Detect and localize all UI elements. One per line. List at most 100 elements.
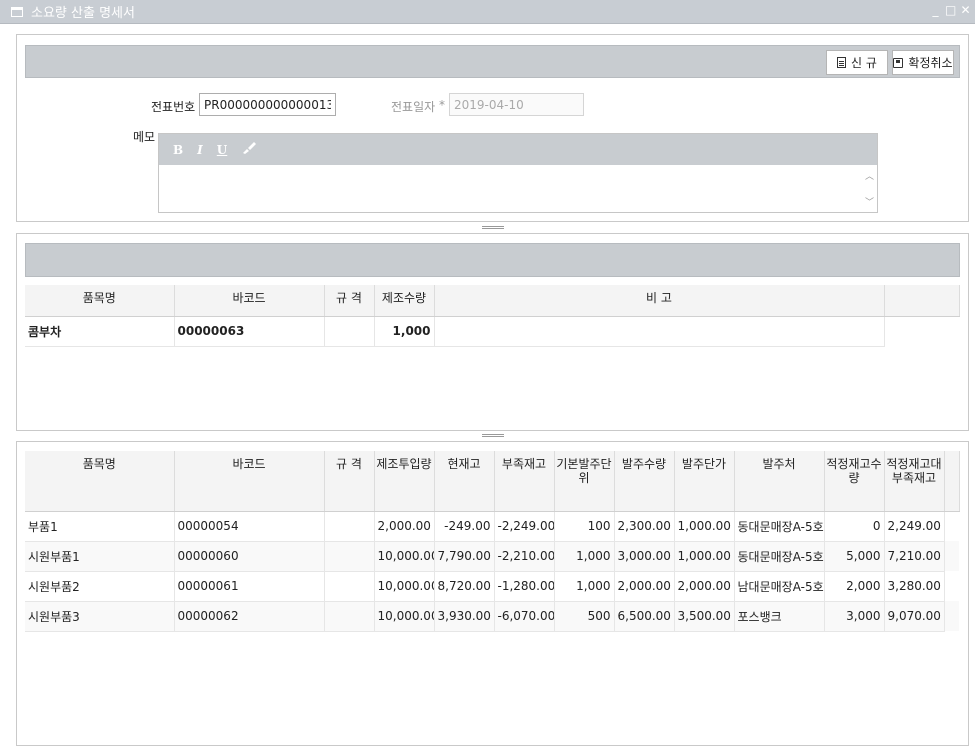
col-vendor[interactable]: 발주처 xyxy=(734,451,825,512)
underline-icon[interactable]: U xyxy=(217,143,227,157)
cell-barcode[interactable]: 00000062 xyxy=(174,601,325,632)
cell-item-name[interactable]: 시원부품2 xyxy=(25,571,175,602)
document-icon xyxy=(837,57,847,68)
editor-scrollbar[interactable]: ︿ ﹀ xyxy=(862,165,877,212)
cell-proper-shortage[interactable]: 9,070.00 xyxy=(884,601,945,632)
bold-icon[interactable]: B xyxy=(173,143,183,157)
col-order-qty[interactable]: 발주수량 xyxy=(614,451,675,512)
cell-spec[interactable] xyxy=(324,316,375,347)
col-item-name[interactable]: 품목명 xyxy=(25,285,175,317)
eraser-icon[interactable] xyxy=(241,141,257,158)
cell-order-price[interactable]: 3,500.00 xyxy=(674,601,735,632)
cell-spec[interactable] xyxy=(324,601,375,632)
window-icon xyxy=(11,6,23,17)
cancel-confirm-button[interactable]: 확정취소 xyxy=(892,50,954,75)
cell-order-qty[interactable]: 2,000.00 xyxy=(614,571,675,602)
col-input-qty[interactable]: 제조투입량 xyxy=(374,451,435,512)
cell-vendor[interactable]: 동대문매장A-5호 xyxy=(734,511,825,542)
cell-spec[interactable] xyxy=(324,511,375,542)
col-order-unit[interactable]: 기본발주단위 xyxy=(554,451,615,512)
window-controls: _ □ ✕ xyxy=(930,3,971,17)
scroll-down-icon[interactable]: ﹀ xyxy=(865,195,874,208)
cell-stock[interactable]: -249.00 xyxy=(434,511,495,542)
cell-order-qty[interactable]: 6,500.00 xyxy=(614,601,675,632)
cell-order-price[interactable]: 2,000.00 xyxy=(674,571,735,602)
close-icon[interactable]: ✕ xyxy=(960,3,971,17)
splitter-handle-2[interactable] xyxy=(16,431,969,440)
cell-barcode[interactable]: 00000054 xyxy=(174,511,325,542)
cell-shortage[interactable]: -2,210.00 xyxy=(494,541,555,572)
cell-stock[interactable]: 7,790.00 xyxy=(434,541,495,572)
cell-order-qty[interactable]: 3,000.00 xyxy=(614,541,675,572)
col-shortage[interactable]: 부족재고 xyxy=(494,451,555,512)
parts-table: 품목명 바코드 규 격 제조투입량 현재고 부족재고 기본발주단위 발주수량 발… xyxy=(25,451,960,632)
cell-empty xyxy=(944,541,959,571)
cell-item-name[interactable]: 시원부품3 xyxy=(25,601,175,632)
col-proper-stock[interactable]: 적정재고수량 xyxy=(824,451,885,512)
col-item-name[interactable]: 품목명 xyxy=(25,451,175,512)
cell-vendor[interactable]: 포스뱅크 xyxy=(734,601,825,632)
cell-note[interactable] xyxy=(434,316,885,347)
cell-barcode[interactable]: 00000063 xyxy=(174,316,325,347)
cell-proper-shortage[interactable]: 2,249.00 xyxy=(884,511,945,542)
col-barcode[interactable]: 바코드 xyxy=(174,285,325,317)
cell-shortage[interactable]: -1,280.00 xyxy=(494,571,555,602)
col-stock[interactable]: 현재고 xyxy=(434,451,495,512)
table-row[interactable]: 콤부차 00000063 1,000 xyxy=(25,316,959,347)
table-row[interactable]: 시원부품3 00000062 10,000.00 3,930.00 -6,070.00 5… xyxy=(25,601,959,632)
cell-order-price[interactable]: 1,000.00 xyxy=(674,511,735,542)
cell-shortage[interactable]: -6,070.00 xyxy=(494,601,555,632)
col-note[interactable]: 비 고 xyxy=(434,285,885,317)
cell-proper-shortage[interactable]: 3,280.00 xyxy=(884,571,945,602)
cell-order-unit[interactable]: 500 xyxy=(554,601,615,632)
col-empty xyxy=(884,285,960,317)
col-barcode[interactable]: 바코드 xyxy=(174,451,325,512)
cell-stock[interactable]: 3,930.00 xyxy=(434,601,495,632)
cell-shortage[interactable]: -2,249.00 xyxy=(494,511,555,542)
slip-no-field[interactable] xyxy=(199,93,336,116)
cell-stock[interactable]: 8,720.00 xyxy=(434,571,495,602)
minimize-icon[interactable]: _ xyxy=(930,3,941,17)
splitter-handle[interactable] xyxy=(16,223,969,232)
cell-order-unit[interactable]: 1,000 xyxy=(554,541,615,572)
cell-proper-stock[interactable]: 0 xyxy=(824,511,885,542)
cell-qty[interactable]: 1,000 xyxy=(374,316,435,347)
col-spec[interactable]: 규 격 xyxy=(324,451,375,512)
header-toolbar: 신 규 확정취소 xyxy=(25,45,960,78)
table-row[interactable]: 시원부품2 00000061 10,000.00 8,720.00 -1,280.00 1… xyxy=(25,571,959,602)
memo-editor[interactable]: B I U ︿ ﹀ xyxy=(158,133,878,213)
cell-order-unit[interactable]: 100 xyxy=(554,511,615,542)
col-qty[interactable]: 제조수량 xyxy=(374,285,435,317)
cell-spec[interactable] xyxy=(324,571,375,602)
cell-item-name[interactable]: 시원부품1 xyxy=(25,541,175,572)
cell-input-qty[interactable]: 10,000.00 xyxy=(374,541,435,572)
italic-icon[interactable]: I xyxy=(197,143,203,157)
cell-proper-stock[interactable]: 5,000 xyxy=(824,541,885,572)
cell-barcode[interactable]: 00000061 xyxy=(174,571,325,602)
cell-vendor[interactable]: 동대문매장A-5호 xyxy=(734,541,825,572)
cell-proper-stock[interactable]: 2,000 xyxy=(824,571,885,602)
cell-item-name[interactable]: 부품1 xyxy=(25,511,175,542)
col-order-price[interactable]: 발주단가 xyxy=(674,451,735,512)
cell-vendor[interactable]: 남대문매장A-5호 xyxy=(734,571,825,602)
new-button[interactable]: 신 규 xyxy=(826,50,888,75)
cell-input-qty[interactable]: 2,000.00 xyxy=(374,511,435,542)
col-proper-shortage[interactable]: 적정재고대 부족재고 xyxy=(884,451,945,512)
cell-barcode[interactable]: 00000060 xyxy=(174,541,325,572)
cell-order-qty[interactable]: 2,300.00 xyxy=(614,511,675,542)
cell-spec[interactable] xyxy=(324,541,375,572)
col-spec[interactable]: 규 격 xyxy=(324,285,375,317)
cell-order-unit[interactable]: 1,000 xyxy=(554,571,615,602)
cell-empty xyxy=(884,316,959,346)
table-row[interactable]: 시원부품1 00000060 10,000.00 7,790.00 -2,210.00 1… xyxy=(25,541,959,572)
cell-input-qty[interactable]: 10,000.00 xyxy=(374,601,435,632)
cell-proper-stock[interactable]: 3,000 xyxy=(824,601,885,632)
cell-item-name[interactable]: 콤부차 xyxy=(25,316,175,347)
scroll-up-icon[interactable]: ︿ xyxy=(865,169,874,182)
slip-date-field[interactable] xyxy=(449,93,584,116)
cell-order-price[interactable]: 1,000.00 xyxy=(674,541,735,572)
cell-input-qty[interactable]: 10,000.00 xyxy=(374,571,435,602)
table-row[interactable]: 부품1 00000054 2,000.00 -249.00 -2,249.00 100 2,… xyxy=(25,511,959,542)
cell-proper-shortage[interactable]: 7,210.00 xyxy=(884,541,945,572)
maximize-icon[interactable]: □ xyxy=(945,3,956,17)
